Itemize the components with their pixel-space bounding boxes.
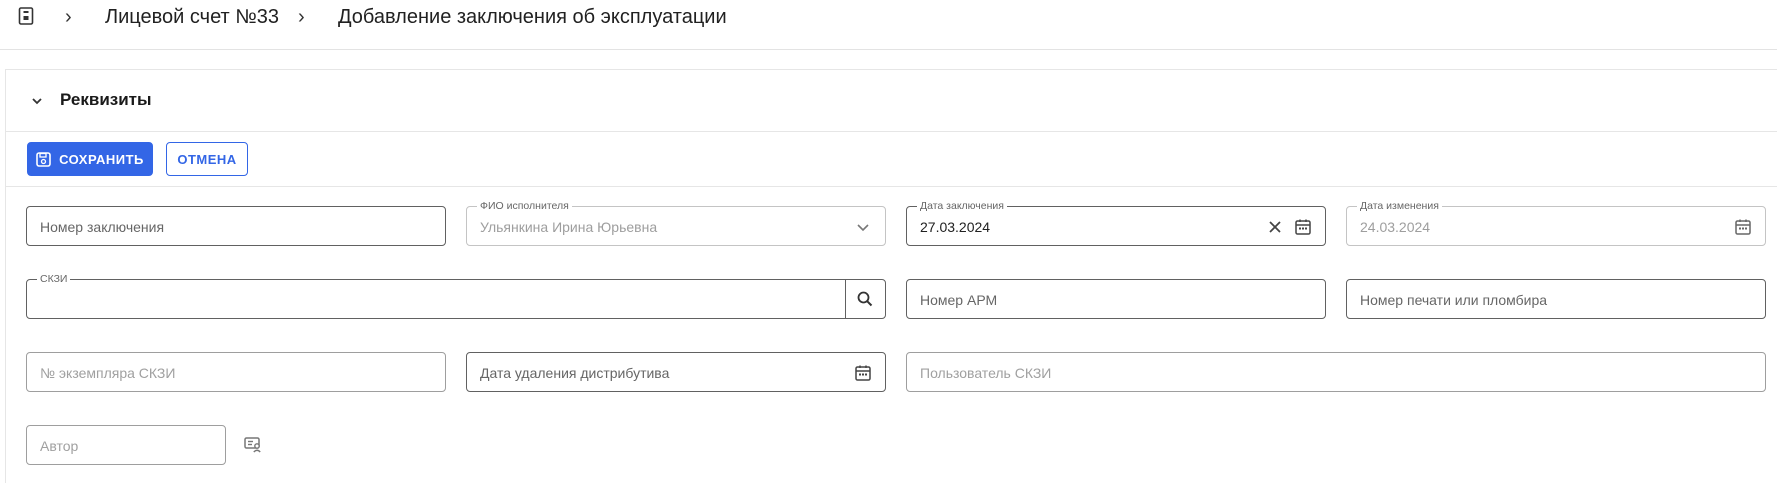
skzi-label: СКЗИ (37, 273, 71, 285)
seal-number-input[interactable]: Номер печати или пломбира (1346, 279, 1766, 319)
executor-select[interactable]: ФИО исполнителя Ульянкина Ирина Юрьевна (466, 200, 886, 246)
page-header: › Лицевой счет №33 › Добавление заключен… (0, 0, 1777, 50)
user-card-icon[interactable] (243, 434, 263, 454)
skzi-search-input[interactable]: СКЗИ (26, 273, 886, 319)
calendar-icon[interactable] (853, 363, 873, 383)
floppy-icon (36, 151, 51, 167)
change-date-input[interactable]: Дата изменения 24.03.2024 (1346, 200, 1766, 246)
breadcrumb-account[interactable]: Лицевой счет №33 (105, 6, 279, 29)
skzi-copy-number-placeholder: № экземпляра СКЗИ (40, 365, 176, 381)
cancel-button-label: ОТМЕНА (177, 151, 237, 167)
skzi-copy-number-input[interactable]: № экземпляра СКЗИ (26, 352, 446, 392)
breadcrumb-separator-icon: › (65, 6, 72, 28)
section-title: Реквизиты (60, 90, 152, 109)
cancel-button[interactable]: ОТМЕНА (166, 142, 248, 176)
clear-icon[interactable] (1265, 217, 1285, 237)
form-toolbar: СОХРАНИТЬ ОТМЕНА (6, 132, 1777, 187)
change-date-label: Дата изменения (1357, 200, 1442, 212)
distributive-delete-date-placeholder: Дата удаления дистрибутива (480, 365, 670, 381)
conclusion-date-value: 27.03.2024 (920, 219, 991, 235)
calendar-icon[interactable] (1293, 217, 1313, 237)
skzi-user-input[interactable]: Пользователь СКЗИ (906, 352, 1766, 392)
arm-number-input[interactable]: Номер АРМ (906, 279, 1326, 319)
conclusion-date-input[interactable]: Дата заключения 27.03.2024 (906, 200, 1326, 246)
distributive-delete-date-input[interactable]: Дата удаления дистрибутива (466, 352, 886, 392)
executor-label: ФИО исполнителя (477, 200, 572, 212)
chevron-down-icon[interactable] (30, 94, 44, 108)
card-icon[interactable] (18, 7, 34, 25)
change-date-value: 24.03.2024 (1360, 219, 1431, 235)
search-icon (857, 291, 873, 307)
author-input[interactable]: Автор (26, 425, 226, 465)
conclusion-number-placeholder: Номер заключения (40, 219, 165, 235)
arm-number-placeholder: Номер АРМ (920, 292, 998, 308)
skzi-search-button[interactable] (845, 280, 885, 318)
section-header[interactable]: Реквизиты (6, 70, 1777, 132)
seal-number-placeholder: Номер печати или пломбира (1360, 292, 1548, 308)
conclusion-date-label: Дата заключения (917, 200, 1007, 212)
executor-value: Ульянкина Ирина Юрьевна (480, 219, 658, 235)
skzi-user-placeholder: Пользователь СКЗИ (920, 365, 1052, 381)
requisites-card: Реквизиты СОХРАНИТЬ ОТМЕНА (5, 69, 1777, 483)
author-placeholder: Автор (40, 438, 79, 454)
breadcrumb-separator-icon: › (298, 6, 305, 28)
page-title: Добавление заключения об эксплуатации (338, 6, 727, 28)
calendar-icon[interactable] (1733, 217, 1753, 237)
save-button[interactable]: СОХРАНИТЬ (27, 142, 153, 176)
conclusion-number-input[interactable]: Номер заключения (26, 206, 446, 246)
chevron-down-icon[interactable] (853, 217, 873, 237)
save-button-label: СОХРАНИТЬ (59, 151, 144, 167)
